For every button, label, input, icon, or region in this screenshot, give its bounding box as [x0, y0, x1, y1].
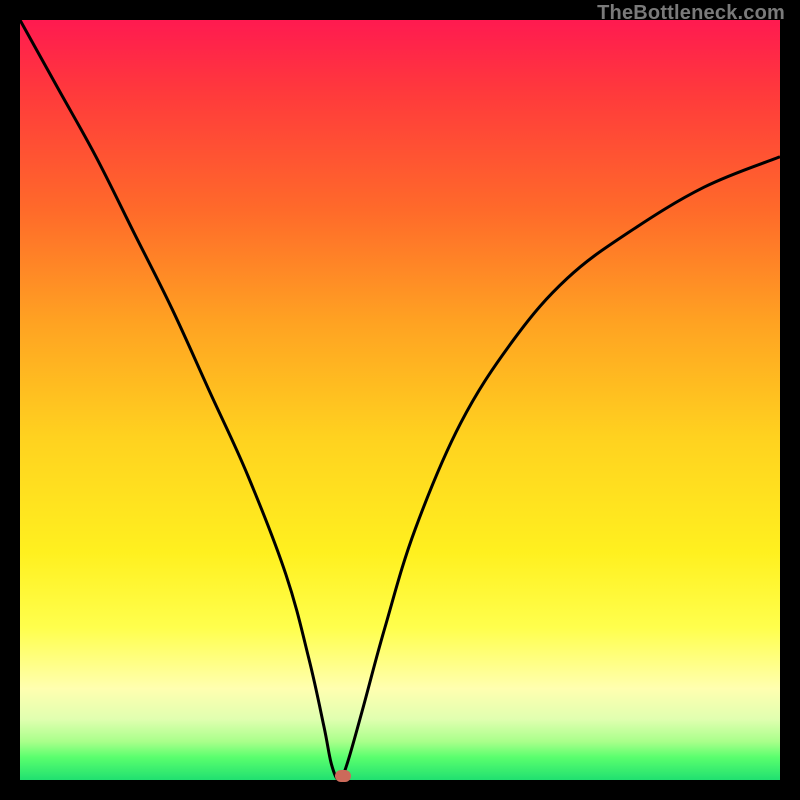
chart-frame: TheBottleneck.com [0, 0, 800, 800]
watermark-text: TheBottleneck.com [597, 2, 785, 25]
optimal-marker [335, 770, 351, 782]
plot-area [20, 20, 780, 780]
bottleneck-curve [20, 20, 780, 780]
curve-path [20, 20, 780, 780]
